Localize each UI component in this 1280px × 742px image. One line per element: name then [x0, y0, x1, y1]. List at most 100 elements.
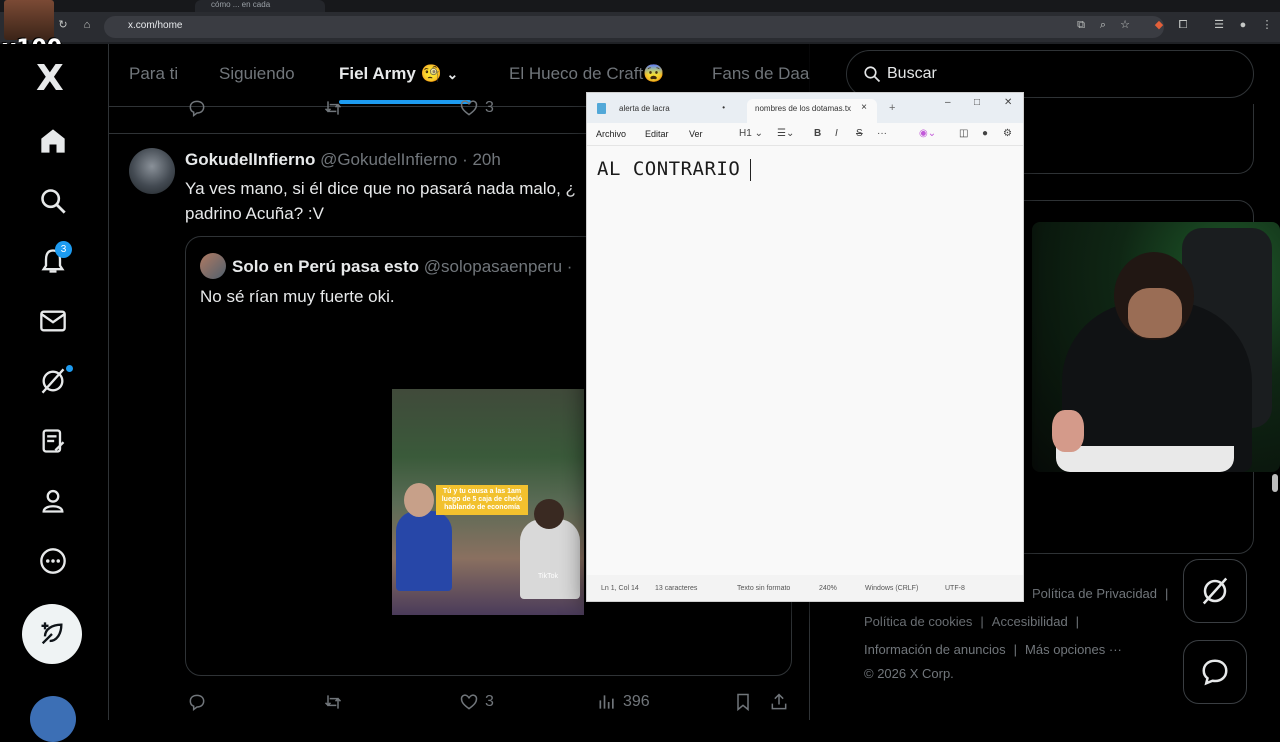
compose-post-button[interactable]: [22, 604, 82, 664]
footer-link-ads[interactable]: Información de anuncios: [864, 642, 1006, 657]
extensions-puzzle-icon[interactable]: ⧠: [1176, 18, 1190, 32]
reload-icon[interactable]: ↻: [56, 18, 70, 32]
settings-gear-icon[interactable]: ⚙: [1003, 128, 1012, 139]
cursor-position: Ln 1, Col 14: [601, 585, 639, 592]
quote-video-thumbnail[interactable]: Tú y tu causa a las 1am luego de 5 caja …: [392, 389, 584, 615]
list-icon[interactable]: ☰⌄: [777, 128, 794, 139]
like-count: 3: [485, 693, 494, 710]
footer-link-more[interactable]: Más opciones ···: [1025, 642, 1122, 657]
reply-button[interactable]: [187, 692, 207, 712]
browser-tab-title: cómo ... en cada: [211, 0, 271, 9]
notepad-app-icon: [597, 103, 606, 114]
more-icon[interactable]: [36, 544, 70, 578]
post-header: GokudelInfierno @GokudelInfierno · 20h: [185, 150, 501, 170]
tab-siguiendo[interactable]: Siguiendo: [219, 64, 295, 84]
strikethrough-icon[interactable]: S: [856, 128, 863, 139]
notepad-editor[interactable]: AL CONTRARIO: [587, 145, 1023, 575]
messages-floating-button[interactable]: [1183, 640, 1247, 704]
bookmark-star-icon[interactable]: ☆: [1118, 18, 1132, 32]
post-text-line: Ya ves mano, si él dice que no pasará na…: [185, 179, 576, 198]
footer-link-cookies[interactable]: Política de cookies: [864, 614, 972, 629]
post-author-handle[interactable]: @GokudelInfierno: [320, 150, 457, 169]
home-icon[interactable]: [36, 124, 70, 158]
notepad-tab[interactable]: alerta de lacra •: [611, 99, 741, 123]
search-input[interactable]: Buscar: [846, 50, 1254, 98]
account-avatar[interactable]: [30, 696, 76, 742]
line-ending: Windows (CRLF): [865, 585, 919, 592]
copyright: © 2026 X Corp.: [864, 666, 954, 681]
notepad-statusbar: Ln 1, Col 14 13 caracteres Texto sin for…: [587, 575, 1023, 601]
search-icon[interactable]: [36, 184, 70, 218]
like-button[interactable]: 3: [459, 692, 494, 712]
tab-el-hueco-de-craft[interactable]: El Hueco de Craft😨: [509, 64, 664, 84]
emote-sticker: [1052, 410, 1084, 452]
repost-icon: [324, 695, 342, 709]
views-button[interactable]: 396: [597, 692, 650, 712]
page-scrollbar[interactable]: [1272, 474, 1278, 492]
notepad-tab-active[interactable]: nombres de los dotamas.tx ×: [747, 99, 877, 123]
menu-editar[interactable]: Editar: [645, 129, 669, 139]
minimize-icon[interactable]: –: [945, 97, 951, 108]
x-logo[interactable]: X: [36, 58, 64, 99]
speaker-icon[interactable]: ◫: [959, 128, 968, 139]
sidebar-icon[interactable]: ☰: [1212, 18, 1226, 32]
maximize-icon[interactable]: □: [974, 97, 980, 108]
tab-fiel-army[interactable]: Fiel Army 🧐 ⌄: [339, 64, 458, 84]
home-icon[interactable]: ⌂: [80, 18, 94, 32]
notifications-badge: 3: [55, 241, 72, 258]
mail-icon[interactable]: [36, 304, 70, 338]
video-caption: Tú y tu causa a las 1am luego de 5 caja …: [436, 485, 528, 515]
search-placeholder: Buscar: [887, 65, 937, 82]
zoom-icon[interactable]: ⌕: [1096, 18, 1110, 32]
profile-icon[interactable]: [36, 484, 70, 518]
grok-icon[interactable]: [36, 364, 70, 398]
quote-author-handle: @solopasaenperu ·: [423, 257, 573, 276]
bold-icon[interactable]: B: [814, 128, 821, 139]
address-bar[interactable]: x.com/home: [104, 16, 1164, 38]
quote-author-name: Solo en Perú pasa esto: [232, 257, 420, 276]
copilot-icon[interactable]: ◉⌄: [919, 128, 936, 139]
screenshot-icon[interactable]: ⧉: [1074, 18, 1088, 32]
chat-bubble-icon: [1202, 659, 1228, 686]
more-format-icon[interactable]: ···: [877, 128, 887, 139]
search-icon: [864, 66, 881, 83]
reply-icon: [189, 694, 205, 711]
like-button[interactable]: 3: [459, 98, 494, 118]
post-text-line: padrino Acuña? :V: [185, 204, 324, 223]
account-icon[interactable]: ●: [982, 128, 988, 139]
heading-dropdown[interactable]: H1 ⌄: [739, 128, 763, 139]
post-author-name[interactable]: GokudelInfierno: [185, 150, 315, 169]
feather-plus-icon: [41, 622, 63, 645]
repost-icon[interactable]: [323, 98, 343, 118]
like-count: 3: [485, 99, 494, 116]
profile-avatar-icon[interactable]: ●: [1236, 18, 1250, 32]
reply-icon[interactable]: [187, 98, 207, 118]
menu-kebab-icon[interactable]: ⋮: [1260, 18, 1274, 32]
browser-tab[interactable]: cómo ... en cada: [195, 0, 325, 12]
grok-floating-button[interactable]: [1183, 559, 1247, 623]
streamer-emote-image: [4, 0, 54, 40]
views-count: 396: [623, 693, 650, 710]
notepad-content-text: AL CONTRARIO: [597, 158, 741, 180]
tiktok-watermark: TikTok: [538, 573, 558, 580]
footer-link-accessibility[interactable]: Accesibilidad: [992, 614, 1068, 629]
repost-button[interactable]: [323, 692, 343, 712]
menu-archivo[interactable]: Archivo: [596, 129, 626, 139]
notepad-menubar: Archivo Editar Ver H1 ⌄ ☰⌄ B I S ··· ◉⌄ …: [587, 123, 1023, 145]
extension-icon[interactable]: ◆: [1152, 18, 1166, 32]
post-time[interactable]: · 20h: [462, 150, 501, 169]
tab-para-ti[interactable]: Para ti: [129, 64, 178, 84]
menu-ver[interactable]: Ver: [689, 129, 703, 139]
close-tab-icon[interactable]: ×: [861, 102, 867, 113]
close-icon[interactable]: ✕: [1004, 97, 1012, 108]
chevron-down-icon[interactable]: ⌄: [446, 66, 458, 82]
italic-icon[interactable]: I: [835, 128, 838, 139]
share-icon[interactable]: [769, 692, 789, 712]
new-tab-icon[interactable]: +: [889, 102, 895, 114]
footer-link-privacy[interactable]: Política de Privacidad: [1032, 586, 1157, 601]
lists-icon[interactable]: [36, 424, 70, 458]
tab-fans-de-daa[interactable]: Fans de Daa: [712, 64, 809, 84]
bookmark-icon[interactable]: [733, 692, 753, 712]
grok-new-dot: [66, 365, 73, 372]
post-avatar[interactable]: [129, 148, 175, 194]
